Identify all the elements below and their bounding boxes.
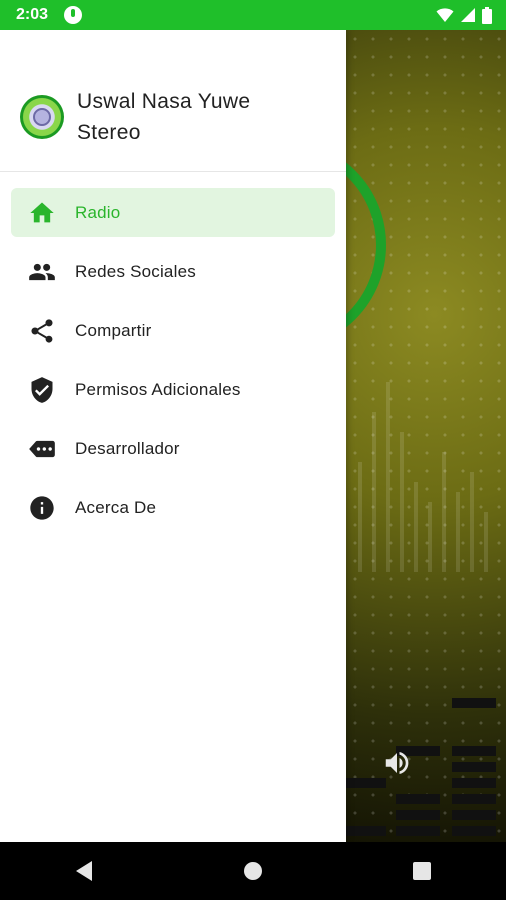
eq-block — [452, 698, 496, 708]
battery-icon — [482, 6, 492, 24]
system-nav-bar — [0, 842, 506, 900]
eq-block — [452, 746, 496, 756]
info-icon — [28, 494, 56, 522]
menu-label: Redes Sociales — [75, 261, 196, 281]
home-icon — [28, 199, 56, 227]
app-title: Uswal Nasa Yuwe Stereo — [77, 90, 251, 144]
dot-pattern — [346, 30, 506, 842]
screen: 2:03 Uswal Nasa Yuwe Stereo Radio Redes … — [0, 0, 506, 900]
eq-block — [452, 762, 496, 772]
menu-item-acerca-de[interactable]: Acerca De — [11, 483, 335, 532]
eq-bar — [428, 502, 432, 572]
eq-bar — [456, 492, 460, 572]
eq-bar — [400, 432, 404, 572]
eq-block — [452, 794, 496, 804]
eq-block — [396, 810, 440, 820]
menu-item-compartir[interactable]: Compartir — [11, 306, 335, 355]
menu-label: Permisos Adicionales — [75, 379, 241, 399]
menu-label: Desarrollador — [75, 438, 180, 458]
eq-bar — [414, 482, 418, 572]
back-button[interactable] — [54, 851, 114, 891]
eq-bar — [372, 412, 376, 572]
eq-block — [396, 826, 440, 836]
drawer-menu: Radio Redes Sociales Compartir Permisos … — [0, 172, 346, 532]
station-logo — [20, 95, 64, 139]
people-icon — [28, 258, 56, 286]
home-button[interactable] — [223, 851, 283, 891]
label-dots-icon — [28, 435, 56, 463]
back-icon — [76, 861, 93, 881]
menu-label: Acerca De — [75, 497, 157, 517]
shield-check-icon — [28, 376, 56, 404]
eq-block — [452, 810, 496, 820]
mic-icon — [64, 6, 83, 24]
eq-bar — [358, 462, 362, 572]
cell-signal-icon — [461, 8, 475, 22]
recents-icon — [412, 862, 431, 880]
eq-block — [346, 778, 386, 788]
home-circle-icon — [243, 862, 262, 880]
eq-bar — [442, 452, 446, 572]
eq-block — [346, 826, 386, 836]
status-bar: 2:03 — [0, 0, 506, 30]
status-time: 2:03 — [16, 6, 49, 23]
recents-button[interactable] — [392, 851, 452, 891]
navigation-drawer: Uswal Nasa Yuwe Stereo Radio Redes Socia… — [0, 30, 346, 842]
wifi-icon — [436, 8, 454, 22]
menu-item-permisos-adicionales[interactable]: Permisos Adicionales — [11, 365, 335, 414]
eq-bar — [470, 472, 474, 572]
status-icons — [436, 6, 492, 24]
player-background — [346, 30, 506, 842]
menu-item-redes-sociales[interactable]: Redes Sociales — [11, 247, 335, 296]
eq-block — [452, 826, 496, 836]
logo-emblem — [33, 108, 51, 126]
eq-bar — [484, 512, 488, 572]
menu-item-radio[interactable]: Radio — [11, 188, 335, 237]
menu-label: Compartir — [75, 320, 152, 340]
share-icon — [28, 317, 56, 345]
drawer-header: Uswal Nasa Yuwe Stereo — [0, 30, 346, 172]
eq-block — [396, 794, 440, 804]
volume-icon[interactable] — [382, 748, 412, 778]
eq-bar — [386, 382, 390, 572]
eq-block — [452, 778, 496, 788]
menu-label: Radio — [75, 202, 121, 222]
menu-item-desarrollador[interactable]: Desarrollador — [11, 424, 335, 473]
